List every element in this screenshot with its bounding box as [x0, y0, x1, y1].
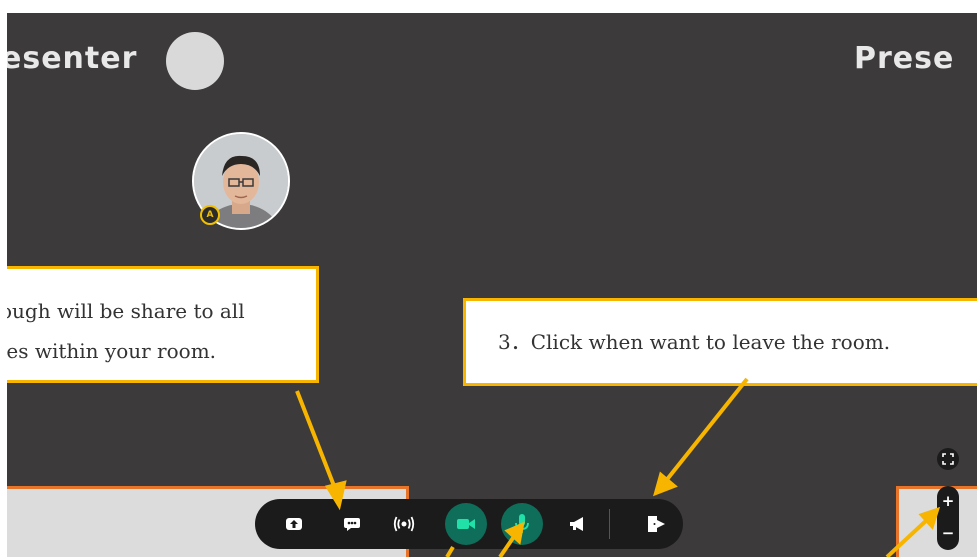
arrow-head-leave: [653, 471, 678, 497]
arrow-to-leave: [663, 377, 749, 484]
annotation-arrows: [295, 377, 941, 557]
arrow-head-mic: [504, 521, 525, 545]
virtual-space-stage: esenter Prese A ough will be share to al…: [7, 13, 977, 557]
arrow-to-chat: [295, 390, 338, 492]
arrow-to-camera: [445, 545, 455, 557]
arrow-head-chat: [324, 480, 347, 511]
arrow-to-zoom: [885, 516, 931, 557]
arrow-to-mic: [498, 533, 517, 557]
